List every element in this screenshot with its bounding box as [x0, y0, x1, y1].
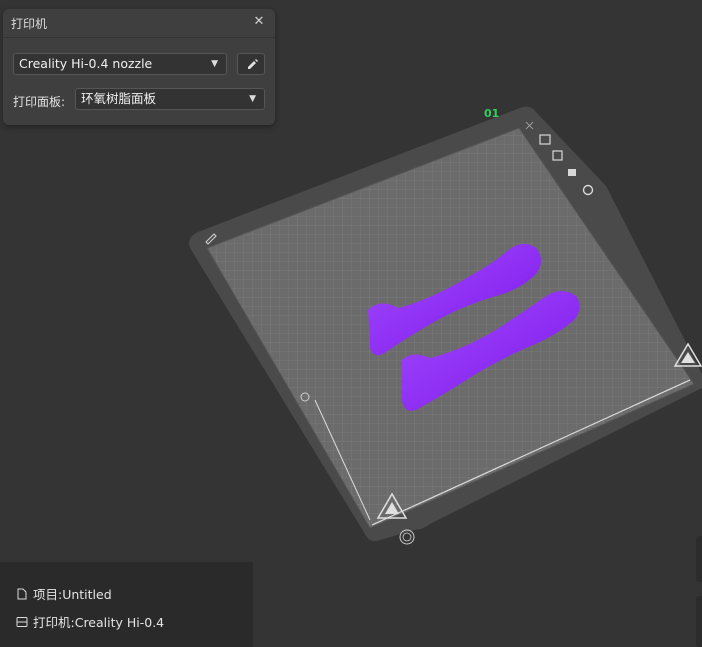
printer-panel-header: 打印机 ✕	[3, 9, 275, 38]
close-icon[interactable]: ✕	[251, 14, 267, 30]
printer-name: 打印机:Creality Hi-0.4	[33, 615, 165, 630]
plate-type-select[interactable]: 环氧树脂面板 ▼	[75, 88, 265, 110]
right-edge-tab-2[interactable]	[696, 596, 702, 647]
panel-title: 打印机	[11, 17, 48, 31]
lock-icon[interactable]	[568, 169, 576, 176]
edit-printer-button[interactable]	[237, 53, 265, 75]
right-edge-tab[interactable]	[696, 536, 702, 582]
project-name: 项目:Untitled	[33, 587, 112, 602]
printer-select-value: Creality Hi-0.4 nozzle	[19, 56, 153, 71]
printer-select[interactable]: Creality Hi-0.4 nozzle ▼	[13, 53, 227, 75]
printer-row: 打印机:Creality Hi-0.4	[16, 612, 164, 631]
chevron-down-icon: ▼	[211, 59, 218, 69]
plate-type-label: 打印面板:	[13, 95, 66, 109]
pencil-icon	[248, 59, 258, 69]
fingerprint-icon	[399, 529, 415, 545]
plate-type-select-value: 环氧树脂面板	[81, 91, 157, 106]
project-info-panel: 项目:Untitled 打印机:Creality Hi-0.4	[0, 562, 253, 647]
project-row: 项目:Untitled	[16, 584, 112, 603]
file-icon	[17, 588, 27, 599]
plate-number: 01	[484, 107, 499, 120]
build-plate[interactable]	[206, 127, 695, 529]
printer-panel: 打印机 ✕ Creality Hi-0.4 nozzle ▼ 打印面板: 环氧树…	[3, 9, 275, 125]
chevron-down-icon: ▼	[249, 94, 256, 104]
printer-icon	[16, 616, 28, 627]
